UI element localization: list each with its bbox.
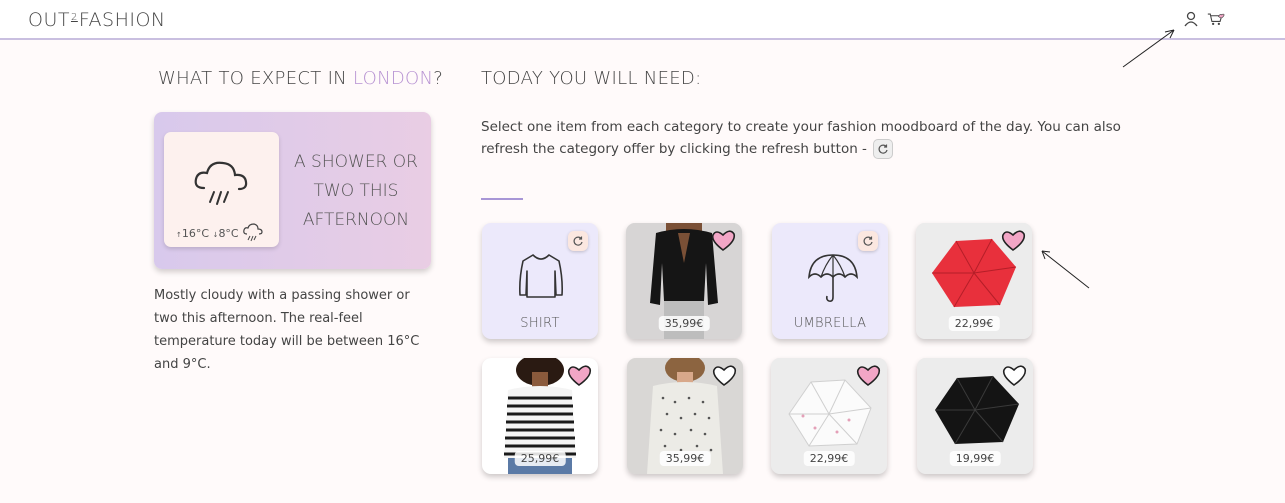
product-card-umbrella-3[interactable]: 19,99€ <box>917 358 1033 474</box>
small-rain-icon <box>243 223 263 242</box>
product-card-shirt-3[interactable]: 35,99€ <box>627 358 743 474</box>
temperature-range: ↑16°C ↓8°C <box>176 227 239 240</box>
refresh-icon <box>863 236 873 246</box>
heart-icon[interactable] <box>1000 229 1026 253</box>
product-price: 35,99€ <box>658 316 710 331</box>
instructions: Select one item from each category to cr… <box>481 116 1141 160</box>
category-label-umbrella: UMBRELLA <box>793 316 867 331</box>
top-bar: OUT2FASHION <box>0 0 1285 40</box>
cart-icon[interactable] <box>1207 10 1225 28</box>
weather-card: ↑16°C ↓8°C A SHOWER OR TWO THIS AFTERNOO… <box>154 112 431 269</box>
category-card-umbrella[interactable]: UMBRELLA <box>772 223 888 339</box>
category-label-shirt: SHIRT <box>520 316 560 331</box>
weather-icon-panel: ↑16°C ↓8°C <box>164 132 279 247</box>
product-card-umbrella-1[interactable]: 22,99€ <box>916 223 1032 339</box>
heart-icon[interactable] <box>566 364 592 388</box>
city-name: LONDON <box>352 68 434 89</box>
logo-text-right: FASHION <box>78 9 166 31</box>
product-card-shirt-1[interactable]: 35,99€ <box>626 223 742 339</box>
category-card-shirt[interactable]: SHIRT <box>482 223 598 339</box>
logo-text-left: OUT <box>28 9 70 31</box>
product-card-umbrella-2[interactable]: 22,99€ <box>771 358 887 474</box>
inline-refresh-button[interactable] <box>873 139 894 159</box>
logo[interactable]: OUT2FASHION <box>28 9 166 31</box>
product-price: 19,99€ <box>949 451 1001 466</box>
shirt-icon <box>519 254 563 298</box>
refresh-umbrella-button[interactable] <box>858 231 878 251</box>
product-price: 25,99€ <box>514 451 566 466</box>
heart-icon[interactable] <box>855 364 881 388</box>
product-price: 35,99€ <box>659 451 711 466</box>
temp-high: 16°C <box>181 227 210 240</box>
heart-icon[interactable] <box>711 364 737 388</box>
refresh-icon <box>878 144 888 154</box>
heart-icon[interactable] <box>1001 364 1027 388</box>
weather-heading-suffix: ? <box>433 68 444 89</box>
product-price: 22,99€ <box>803 451 855 466</box>
refresh-icon <box>573 236 583 246</box>
temp-low: 8°C <box>218 227 239 240</box>
needs-heading: TODAY YOU WILL NEED: <box>481 68 702 89</box>
umbrella-icon <box>808 254 858 302</box>
weather-heading: WHAT TO EXPECT IN LONDON? <box>158 68 443 89</box>
heart-icon[interactable] <box>710 229 736 253</box>
forecast-title: A SHOWER OR TWO THIS AFTERNOON <box>294 152 418 230</box>
user-icon[interactable] <box>1182 10 1200 28</box>
refresh-shirt-button[interactable] <box>568 231 588 251</box>
product-card-shirt-2[interactable]: 25,99€ <box>482 358 598 474</box>
weather-description: Mostly cloudy with a passing shower or t… <box>154 288 420 372</box>
logo-two: 2 <box>70 12 78 23</box>
weather-heading-prefix: WHAT TO EXPECT IN <box>158 68 353 89</box>
rain-cloud-icon <box>194 161 248 205</box>
product-price: 22,99€ <box>948 316 1000 331</box>
instructions-text: Select one item from each category to cr… <box>481 119 1121 157</box>
arrow-to-card <box>1041 250 1090 289</box>
arrow-to-user <box>1122 29 1175 68</box>
section-divider <box>481 198 523 200</box>
